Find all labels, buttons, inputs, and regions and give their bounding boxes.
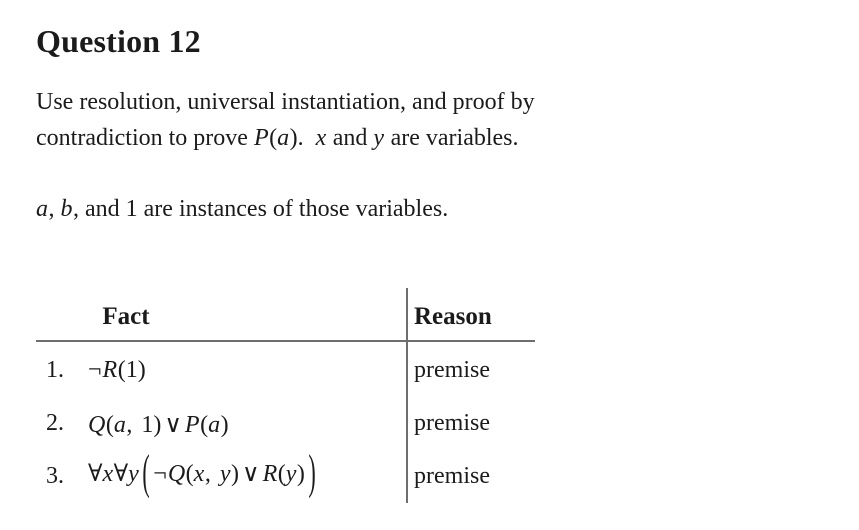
- table-row-number: 3.: [46, 463, 64, 489]
- variable-y: y: [128, 461, 139, 487]
- table-row-fact: ¬R(1): [88, 357, 146, 384]
- paren-open: (: [269, 125, 278, 151]
- instance-1: 1: [125, 196, 138, 222]
- argument-separator: ,: [126, 412, 139, 438]
- instances-tail: are instances of those variables.: [137, 196, 449, 222]
- predicate-p: P: [253, 125, 269, 151]
- instances-paragraph: a, b, and 1 are instances of those varia…: [36, 191, 448, 227]
- paren-open: (: [277, 461, 286, 487]
- predicate-q: Q: [88, 412, 106, 438]
- argument-1: 1: [125, 357, 138, 383]
- table-row-reason: premise: [414, 463, 490, 489]
- variable-x: x: [315, 125, 327, 151]
- table-row-fact: ∀x∀y(¬Q(x, y) ∨ R(y)): [88, 447, 319, 500]
- negation-symbol: ¬: [88, 357, 102, 383]
- paren-close: ): [220, 412, 229, 438]
- paren-close: ): [137, 357, 146, 383]
- predicate-q: Q: [167, 461, 186, 487]
- universal-quantifier-icon: ∀: [88, 461, 103, 487]
- paren-open: (: [200, 412, 209, 438]
- variable-x: x: [102, 461, 114, 487]
- disjunction-symbol: ∨: [241, 461, 260, 487]
- header-divider: [36, 340, 535, 342]
- argument-separator: ,: [204, 461, 217, 487]
- disjunction-symbol: ∨: [164, 412, 182, 438]
- paren-open: (: [117, 357, 126, 383]
- constant-a: a: [277, 125, 290, 151]
- paren-close: ): [230, 461, 239, 487]
- instance-a: a: [36, 196, 48, 222]
- argument-1: 1: [141, 412, 154, 438]
- paren-close: ): [296, 461, 305, 487]
- page-title: Question 12: [36, 23, 201, 59]
- table-row-number: 2.: [46, 410, 64, 436]
- table-row-reason: premise: [414, 357, 490, 383]
- variable-y: y: [373, 125, 385, 151]
- problem-statement-line-2-text: contradiction to prove: [36, 125, 254, 151]
- big-paren-close: ): [308, 446, 316, 501]
- paren-close: ): [289, 125, 298, 151]
- universal-quantifier-icon: ∀: [113, 461, 129, 487]
- table-row-number: 1.: [46, 357, 64, 383]
- column-header-reason: Reason: [414, 303, 492, 330]
- argument-a: a: [113, 412, 126, 438]
- predicate-p: P: [184, 412, 200, 438]
- argument-x: x: [193, 461, 205, 487]
- argument-y: y: [219, 461, 231, 487]
- instance-b: b: [60, 196, 73, 222]
- argument-a: a: [208, 412, 221, 438]
- conjunction-and: and: [326, 125, 374, 151]
- column-divider: [406, 288, 408, 503]
- predicate-r: R: [262, 461, 278, 487]
- predicate-r: R: [102, 357, 118, 383]
- question-page: Question 12 Use resolution, universal in…: [0, 0, 859, 530]
- negation-symbol: ¬: [153, 461, 167, 487]
- problem-statement-line-2: contradiction to prove P(a). x and y are…: [36, 120, 535, 156]
- separator-1: ,: [48, 196, 61, 222]
- problem-statement-paragraph: Use resolution, universal instantiation,…: [36, 84, 535, 156]
- separator-2: , and: [73, 196, 126, 222]
- problem-statement-line-1: Use resolution, universal instantiation,…: [36, 84, 535, 120]
- problem-statement-line-1-text: Use resolution, universal instantiation,…: [36, 89, 535, 115]
- table-row-reason: premise: [414, 410, 490, 436]
- problem-statement-line-2-tail: are variables.: [384, 125, 519, 151]
- paren-open: (: [105, 412, 114, 438]
- column-header-fact: Fact: [102, 303, 150, 330]
- argument-y: y: [285, 461, 297, 487]
- big-paren-open: (: [142, 446, 150, 501]
- period: .: [297, 125, 304, 151]
- paren-open: (: [185, 461, 194, 487]
- table-row-fact: Q(a, 1) ∨ P(a): [88, 410, 229, 439]
